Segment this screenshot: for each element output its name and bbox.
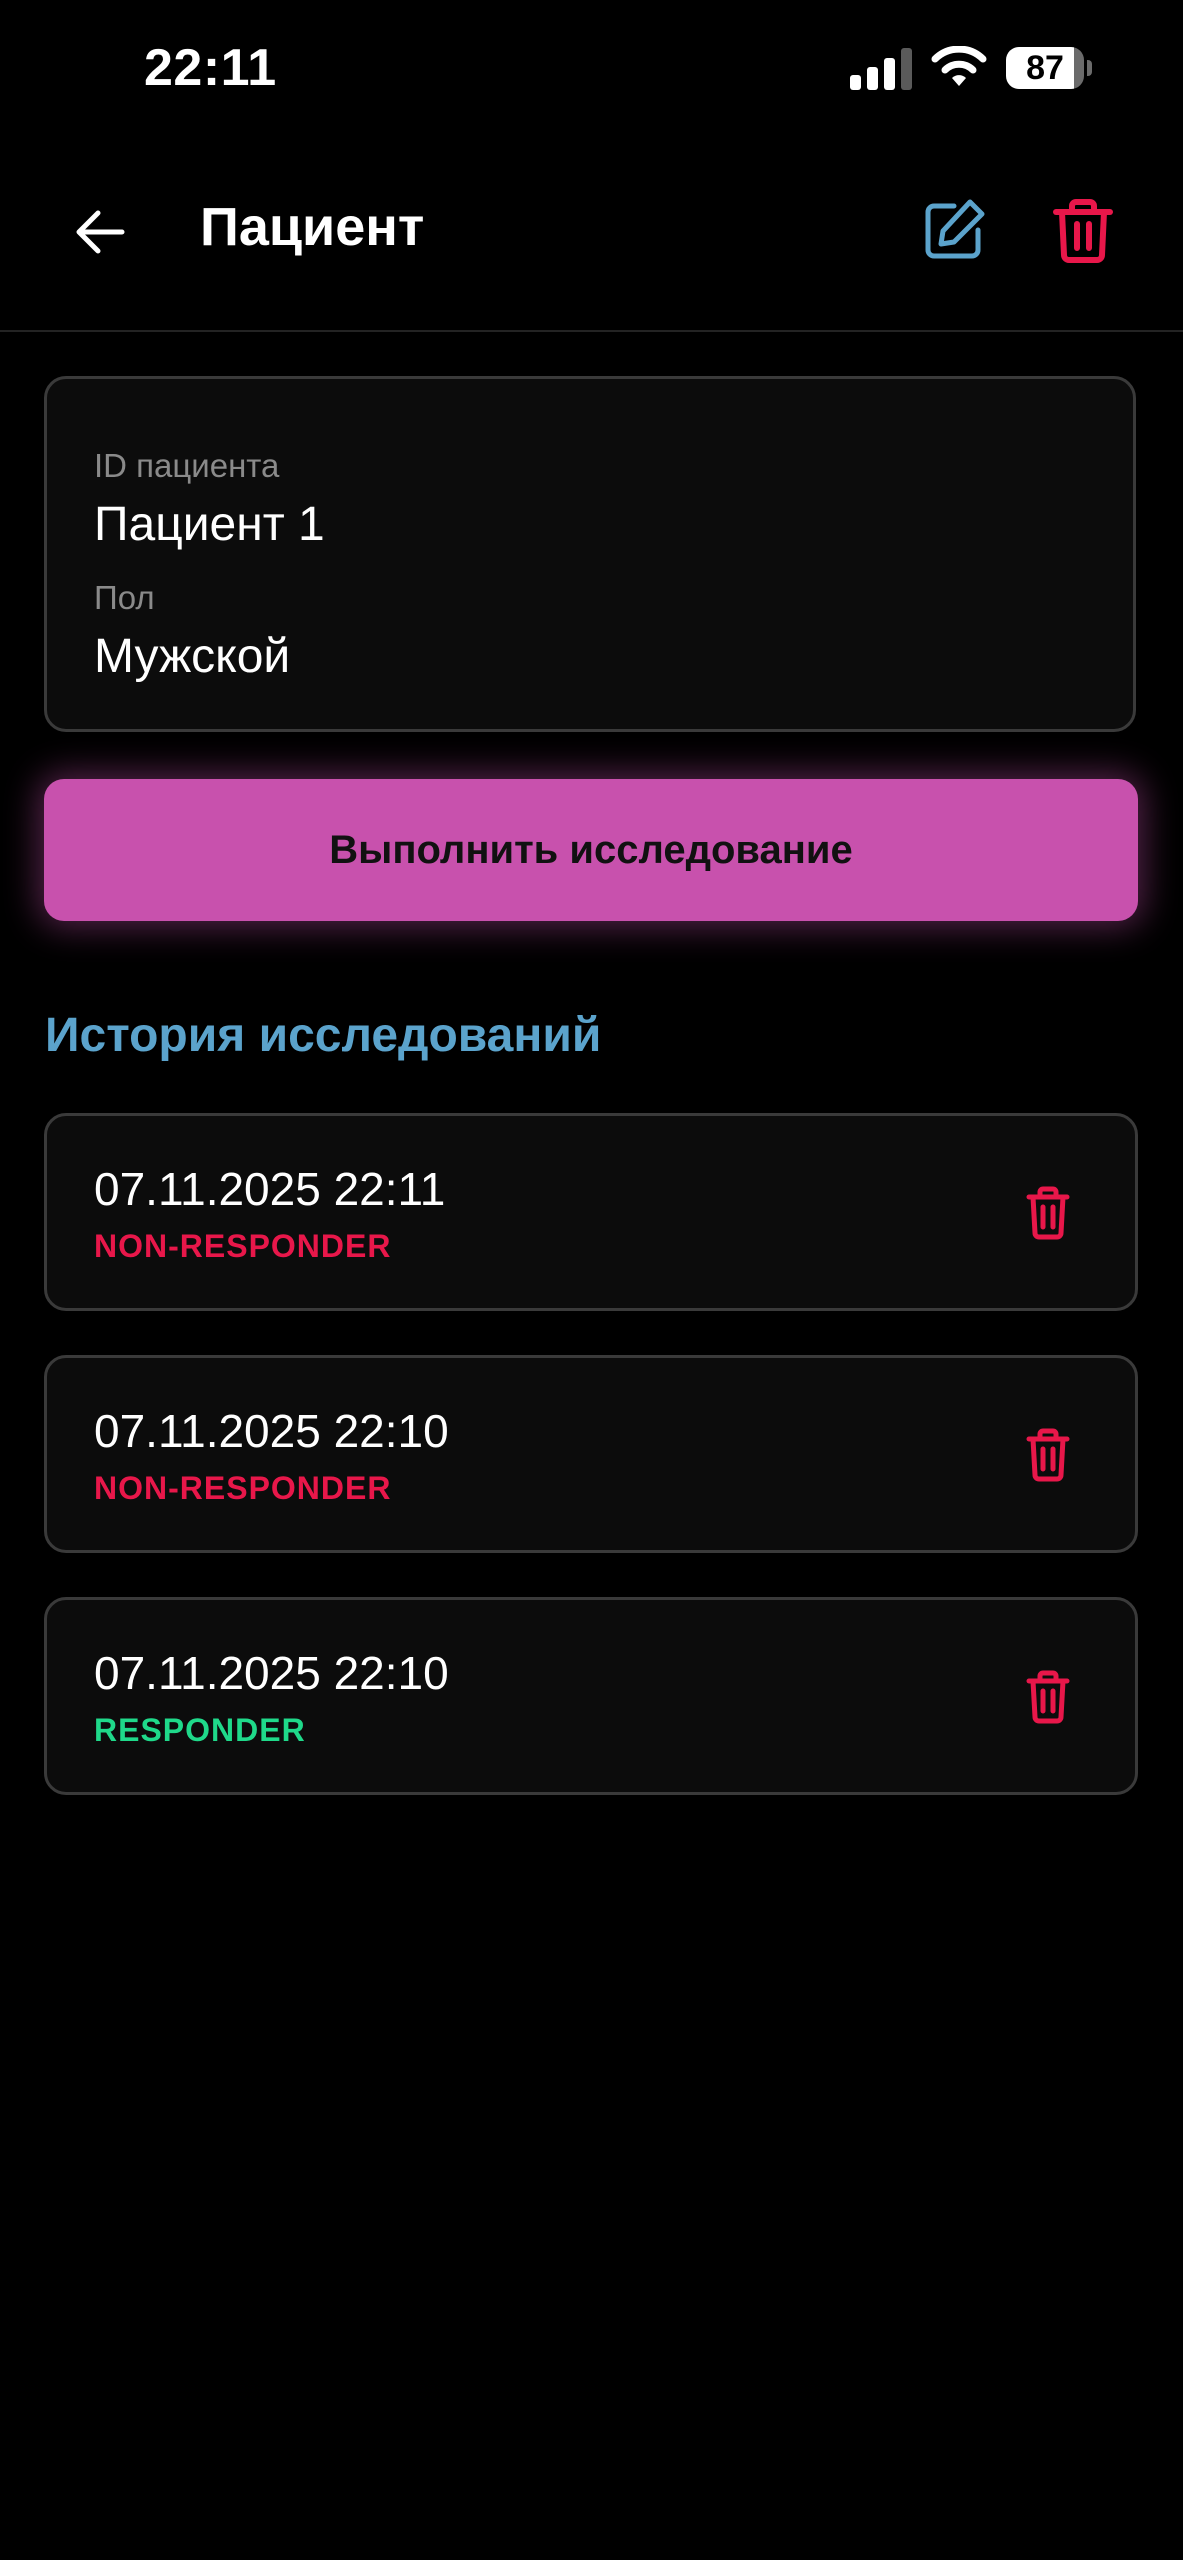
history-item-result: RESPONDER	[94, 1712, 306, 1748]
history-list-item[interactable]: 07.11.2025 22:10 NON-RESPONDER	[44, 1355, 1138, 1553]
history-list: 07.11.2025 22:11 NON-RESPONDER 07.11.202…	[44, 1113, 1138, 1839]
patient-sex-label: Пол	[94, 579, 155, 616]
history-item-datetime: 07.11.2025 22:10	[94, 1405, 449, 1457]
patient-sex-value: Мужской	[94, 630, 291, 683]
status-bar: 22:11 87	[0, 0, 1183, 140]
wifi-icon	[931, 46, 987, 86]
trash-icon	[1026, 1670, 1070, 1724]
delete-study-button[interactable]	[1013, 1178, 1083, 1248]
trash-icon	[1053, 199, 1113, 263]
patient-info-card: ID пациента Пациент 1 Пол Мужской	[44, 376, 1136, 732]
patient-id-label: ID пациента	[94, 447, 280, 484]
history-item-result: NON-RESPONDER	[94, 1228, 392, 1264]
history-item-datetime: 07.11.2025 22:11	[94, 1163, 446, 1215]
app-bar: Пациент	[0, 140, 1183, 332]
battery-tip	[1087, 60, 1092, 76]
battery-level: 87	[1026, 49, 1064, 87]
status-time: 22:11	[144, 39, 277, 97]
patient-id-value: Пациент 1	[94, 498, 325, 551]
trash-icon	[1026, 1428, 1070, 1482]
history-list-item[interactable]: 07.11.2025 22:10 RESPONDER	[44, 1597, 1138, 1795]
run-study-button[interactable]: Выполнить исследование	[44, 779, 1138, 921]
edit-icon	[925, 199, 985, 259]
page-title: Пациент	[200, 197, 425, 257]
back-arrow-icon	[76, 210, 125, 254]
history-list-item[interactable]: 07.11.2025 22:11 NON-RESPONDER	[44, 1113, 1138, 1311]
edit-patient-button[interactable]	[908, 186, 998, 276]
delete-study-button[interactable]	[1013, 1662, 1083, 1732]
trash-icon	[1026, 1186, 1070, 1240]
cellular-signal-icon	[850, 48, 912, 90]
delete-study-button[interactable]	[1013, 1420, 1083, 1490]
history-section-title: История исследований	[45, 1009, 602, 1062]
delete-patient-button[interactable]	[1038, 186, 1128, 276]
run-study-label: Выполнить исследование	[329, 827, 853, 872]
back-button[interactable]	[58, 190, 142, 274]
battery-icon: 87	[1006, 47, 1092, 91]
history-item-result: NON-RESPONDER	[94, 1470, 392, 1506]
history-item-datetime: 07.11.2025 22:10	[94, 1647, 449, 1699]
